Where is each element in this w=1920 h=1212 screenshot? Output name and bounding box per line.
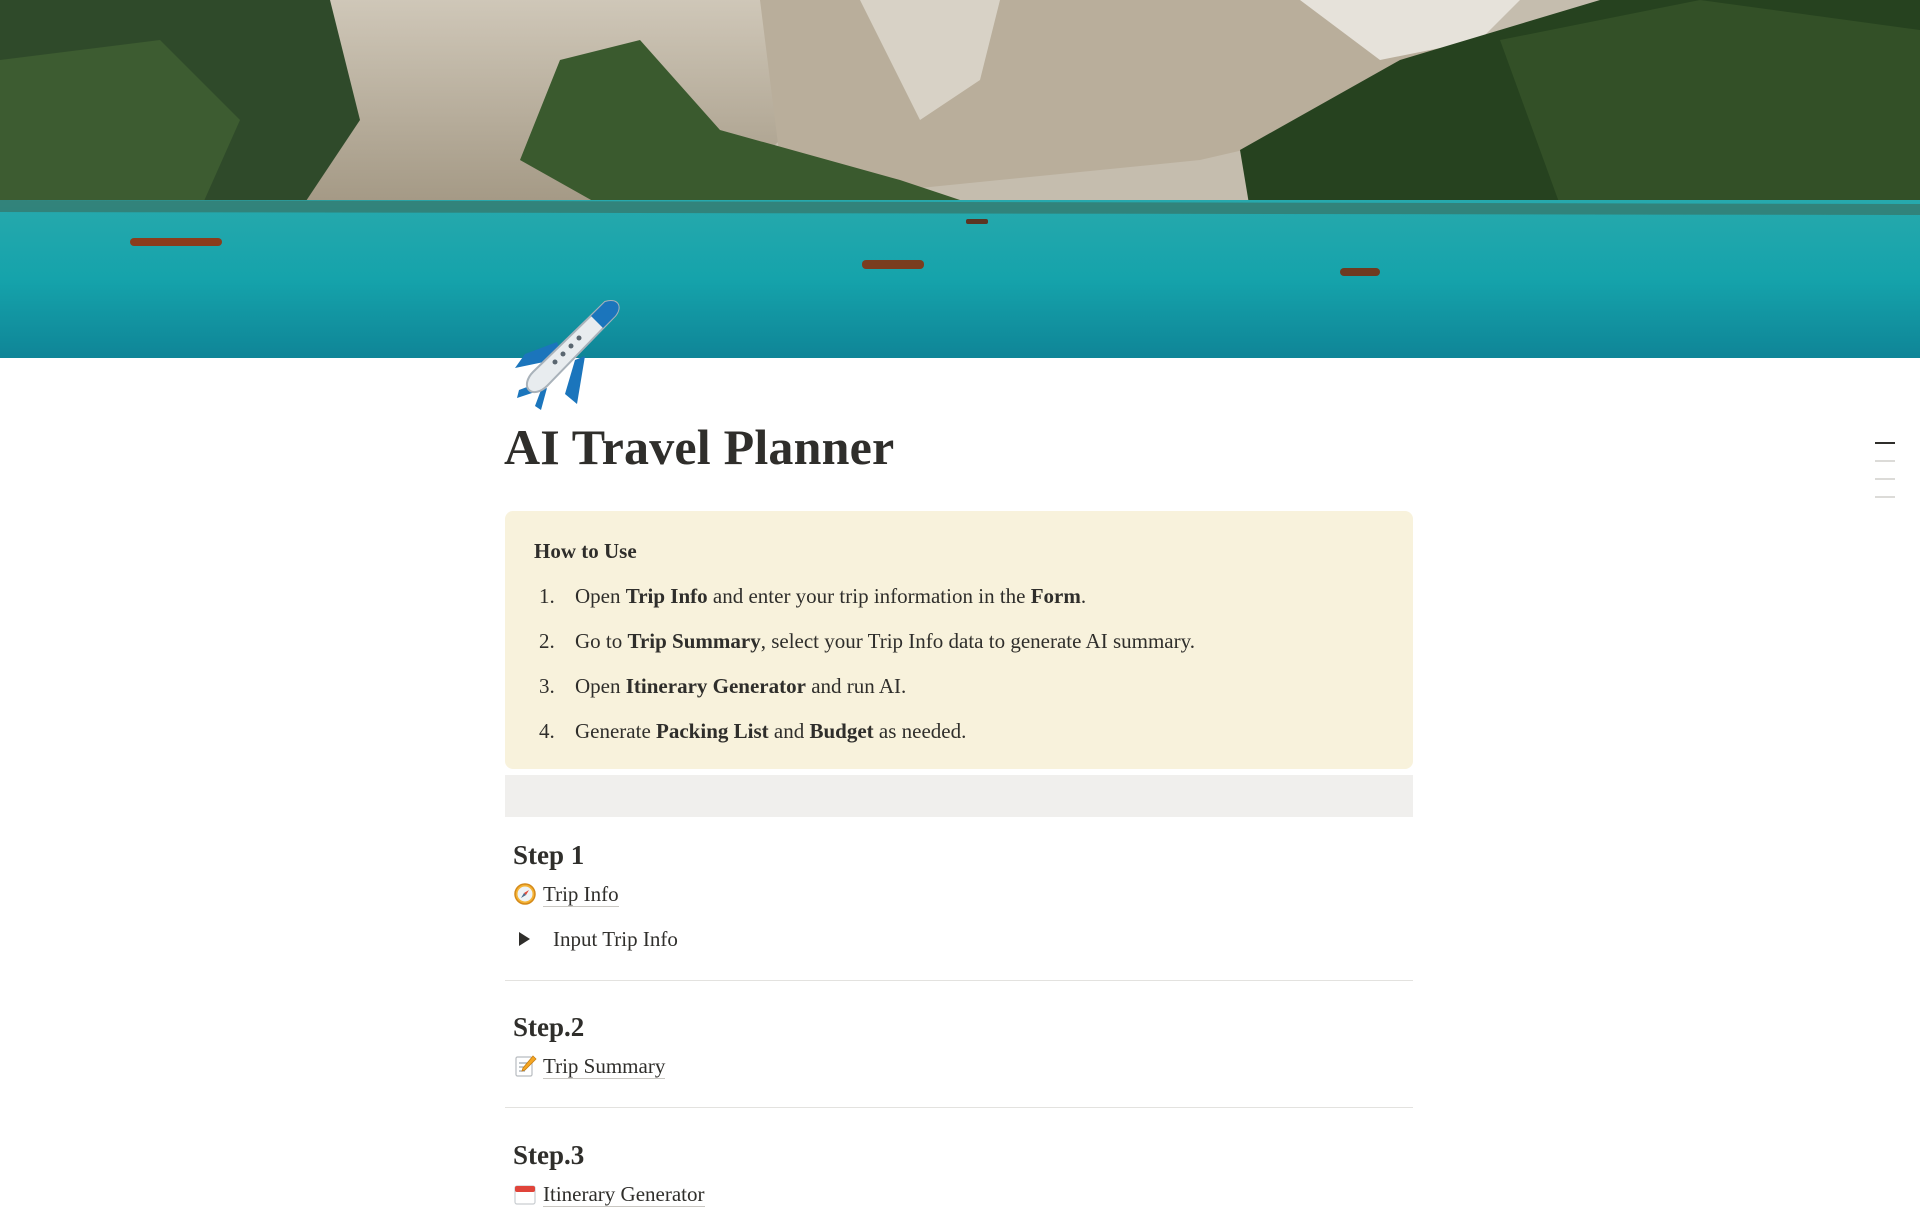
divider bbox=[505, 1107, 1413, 1108]
step1-heading: Step 1 bbox=[513, 840, 585, 870]
list-number: 4. bbox=[539, 719, 555, 743]
calendar-icon bbox=[513, 1182, 537, 1206]
step-bold-text: Itinerary Generator bbox=[625, 674, 806, 698]
step-bold-text: Form bbox=[1030, 584, 1081, 608]
step-text: Open bbox=[575, 584, 626, 608]
step-text: Generate bbox=[575, 719, 657, 743]
step2-section: Step.2 Trip Summary bbox=[505, 1012, 1413, 1083]
toc-line[interactable] bbox=[1875, 496, 1895, 498]
itinerary-generator-link[interactable]: Itinerary Generator bbox=[505, 1177, 1413, 1211]
step-bold-text: Trip Summary bbox=[627, 629, 761, 653]
triangle-right-icon[interactable] bbox=[519, 932, 530, 946]
step-text: and run AI. bbox=[805, 674, 907, 698]
compass-icon bbox=[513, 882, 537, 906]
list-item: 2. Go to Trip Summary, select your Trip … bbox=[534, 619, 1384, 664]
toc-line[interactable] bbox=[1875, 478, 1895, 480]
step-text: as needed. bbox=[873, 719, 967, 743]
step3-section: Step.3 Itinerary Generator bbox=[505, 1140, 1413, 1211]
toc-line-active[interactable] bbox=[1875, 442, 1895, 444]
step1-section: Step 1 Trip Info Input Trip Info bbox=[505, 840, 1413, 956]
link-label[interactable]: Trip Info bbox=[543, 882, 619, 907]
input-trip-info-toggle[interactable]: Input Trip Info bbox=[505, 922, 1413, 956]
how-to-use-callout: How to Use 1. Open Trip Info and enter y… bbox=[505, 511, 1413, 769]
airplane-icon[interactable] bbox=[505, 294, 625, 414]
step3-heading: Step.3 bbox=[513, 1140, 585, 1170]
step-bold-text: Budget bbox=[809, 719, 874, 743]
divider bbox=[505, 980, 1413, 981]
trip-info-link[interactable]: Trip Info bbox=[505, 877, 1413, 911]
list-number: 3. bbox=[539, 674, 555, 698]
link-label[interactable]: Trip Summary bbox=[543, 1054, 666, 1079]
toc-line[interactable] bbox=[1875, 460, 1895, 462]
list-item: 1. Open Trip Info and enter your trip in… bbox=[534, 574, 1384, 619]
memo-icon bbox=[513, 1054, 537, 1078]
link-label[interactable]: Itinerary Generator bbox=[543, 1182, 705, 1207]
list-item: 3. Open Itinerary Generator and run AI. bbox=[534, 664, 1384, 709]
list-number: 1. bbox=[539, 584, 555, 608]
step2-heading: Step.2 bbox=[513, 1012, 585, 1042]
gray-block bbox=[505, 775, 1413, 817]
step-text: Open bbox=[575, 674, 626, 698]
page-title: AI Travel Planner bbox=[504, 419, 895, 475]
toggle-label[interactable]: Input Trip Info bbox=[553, 927, 678, 952]
step-text: , select your Trip Info data to generate… bbox=[760, 629, 1195, 653]
step-text: Go to bbox=[575, 629, 628, 653]
trip-summary-link[interactable]: Trip Summary bbox=[505, 1049, 1413, 1083]
step-text: . bbox=[1080, 584, 1087, 608]
callout-title: How to Use bbox=[534, 539, 637, 563]
cover-image bbox=[0, 0, 1920, 358]
step-bold-text: Trip Info bbox=[625, 584, 708, 608]
step-text: and enter your trip information in the bbox=[707, 584, 1031, 608]
table-of-contents-minimap[interactable] bbox=[1875, 442, 1895, 514]
step-text: and bbox=[768, 719, 810, 743]
step-bold-text: Packing List bbox=[656, 719, 769, 743]
list-number: 2. bbox=[539, 629, 555, 653]
how-to-steps-list: 1. Open Trip Info and enter your trip in… bbox=[534, 574, 1384, 754]
list-item: 4. Generate Packing List and Budget as n… bbox=[534, 709, 1384, 754]
